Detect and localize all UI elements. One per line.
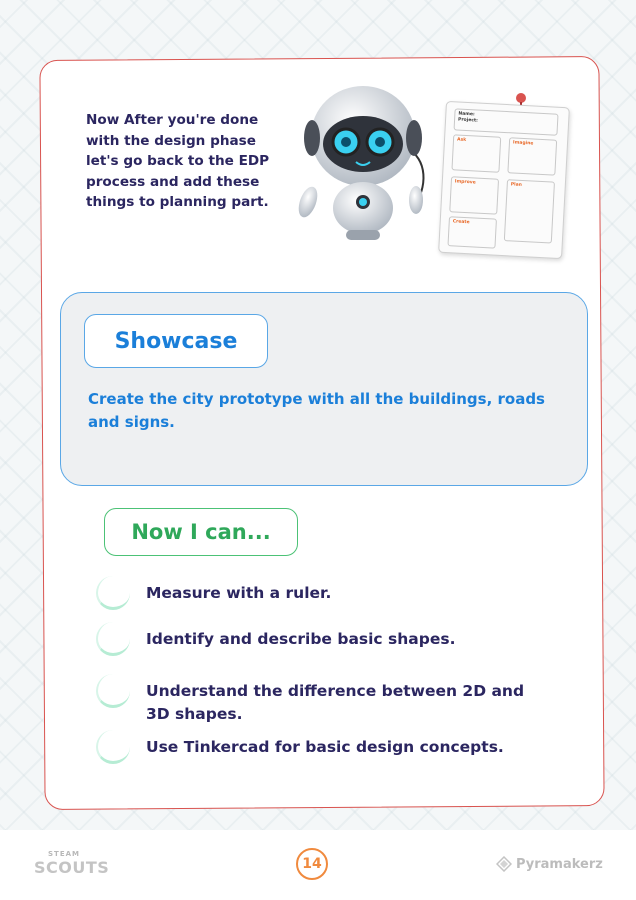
robot-illustration — [298, 86, 425, 240]
sheet-header: Name: Project: — [453, 108, 559, 136]
checkbox-circle[interactable] — [96, 674, 130, 708]
pyramid-icon — [496, 856, 512, 872]
pyramakerz-logo: Pyramakerz — [496, 854, 603, 874]
now-i-can-title: Now I can... — [104, 508, 298, 556]
steam-scouts-logo: STEAM SCOUTS — [34, 850, 110, 880]
logo-left-bottom: SCOUTS — [34, 858, 110, 877]
intro-text: Now After you're done with the design ph… — [86, 112, 270, 210]
showcase-title: Showcase — [84, 314, 268, 368]
sheet-box-create: Create — [447, 216, 497, 249]
logo-right-text: Pyramakerz — [516, 856, 603, 872]
can-item-3: Understand the difference between 2D and… — [146, 682, 525, 723]
sheet-box-improve: Improve — [449, 176, 500, 215]
logo-left-top: STEAM — [48, 850, 80, 858]
can-item-2: Identify and describe basic shapes. — [146, 630, 456, 648]
can-item-4: Use Tinkercad for basic design concepts. — [146, 738, 504, 756]
sheet-box-ask: Ask — [451, 134, 502, 173]
checkbox-circle[interactable] — [96, 730, 130, 764]
checkbox-circle[interactable] — [96, 576, 130, 610]
sheet-box-plan: Plan — [503, 179, 555, 244]
page-number: 14 — [296, 848, 328, 880]
checkbox-circle[interactable] — [96, 622, 130, 656]
edp-plan-sheet: Name: Project: Ask Imagine Improve Plan … — [438, 100, 570, 260]
showcase-text: Create the city prototype with all the b… — [88, 390, 545, 431]
sheet-box-imagine: Imagine — [507, 137, 558, 176]
can-item-1: Measure with a ruler. — [146, 584, 332, 602]
